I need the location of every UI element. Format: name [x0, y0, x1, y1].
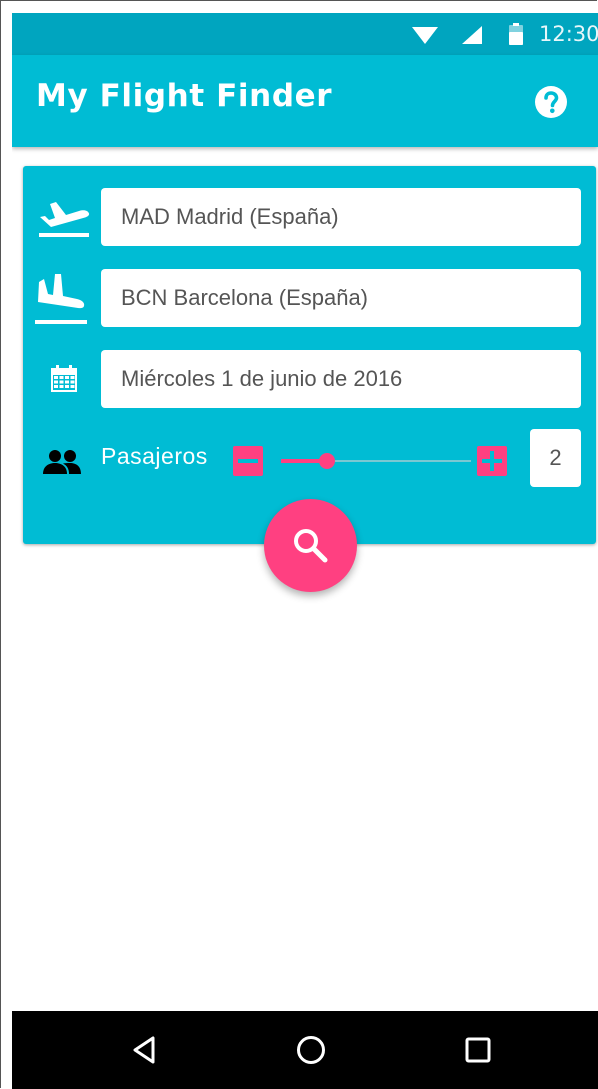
decrease-passengers-button[interactable] [233, 446, 263, 476]
search-button[interactable] [264, 499, 357, 592]
increase-passengers-button[interactable] [477, 446, 507, 476]
wifi-icon [412, 27, 438, 44]
help-button[interactable] [533, 84, 569, 120]
status-bar: 12:30 [12, 13, 598, 55]
home-button[interactable] [293, 1032, 329, 1068]
app-bar: My Flight Finder [12, 55, 598, 147]
signal-icon [462, 26, 482, 44]
calendar-icon [51, 365, 77, 392]
home-circle-icon [297, 1036, 325, 1064]
destination-field[interactable]: BCN Barcelona (España) [101, 269, 581, 327]
people-icon [43, 450, 81, 474]
minus-icon [238, 459, 258, 463]
navigation-bar [12, 1011, 598, 1089]
help-circle-icon [535, 86, 567, 118]
origin-field[interactable]: MAD Madrid (España) [101, 188, 581, 246]
app-title: My Flight Finder [36, 78, 333, 114]
status-time: 12:30 [539, 22, 598, 46]
back-button[interactable] [128, 1032, 164, 1068]
search-card: MAD Madrid (España) BCN Barcelona (Españ… [23, 166, 596, 544]
passengers-slider[interactable] [281, 446, 471, 476]
passengers-count-field[interactable]: 2 [530, 429, 581, 487]
date-field[interactable]: Miércoles 1 de junio de 2016 [101, 350, 581, 408]
phone-screen: 12:30 My Flight Finder MAD Madrid (Españ… [12, 13, 598, 1089]
back-triangle-icon [133, 1036, 155, 1064]
slider-thumb[interactable] [318, 453, 335, 469]
recents-square-icon [465, 1037, 491, 1063]
search-icon [294, 529, 328, 563]
passengers-label: Pasajeros [101, 443, 208, 469]
flight-land-icon [35, 274, 87, 324]
battery-icon [509, 23, 523, 45]
flight-takeoff-icon [39, 202, 90, 237]
recents-button[interactable] [460, 1032, 496, 1068]
